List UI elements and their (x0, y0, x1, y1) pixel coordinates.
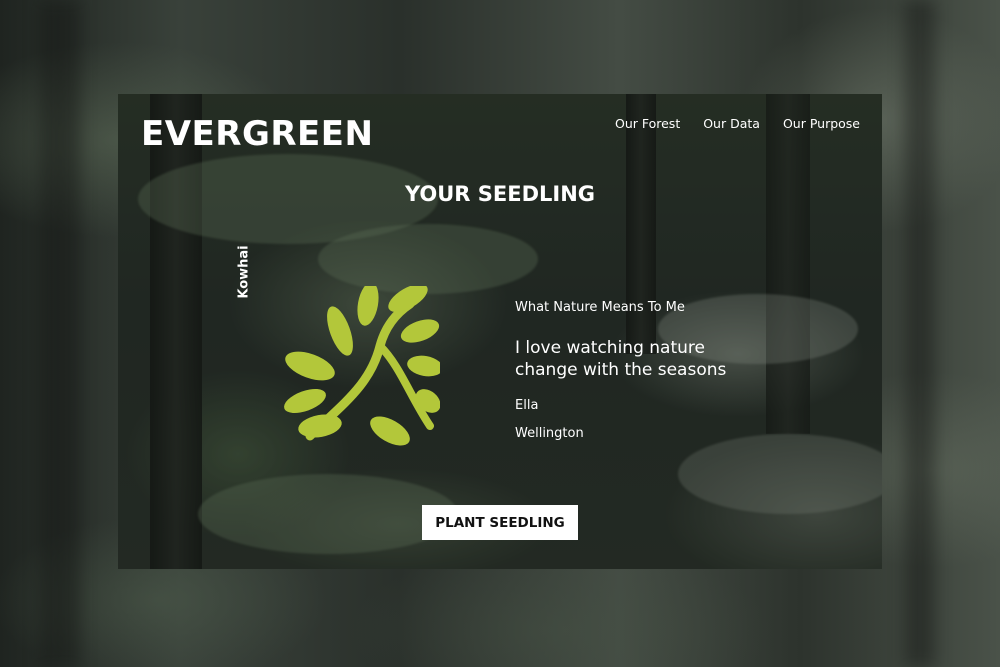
seedling-card: EVERGREEN Our Forest Our Data Our Purpos… (118, 94, 882, 569)
nav-our-data[interactable]: Our Data (703, 116, 760, 131)
background-trunk (40, 0, 80, 667)
brand-logo[interactable]: EVERGREEN (141, 114, 373, 154)
seedling-details: What Nature Means To Me I love watching … (515, 300, 755, 441)
background-trunk (905, 0, 935, 667)
photo-overlay (118, 94, 882, 569)
main-nav: Our Forest Our Data Our Purpose (615, 116, 860, 131)
page-title: YOUR SEEDLING (404, 182, 596, 206)
author-location: Wellington (515, 426, 584, 441)
author-name: Ella (515, 398, 539, 413)
nature-quote: I love watching nature change with the s… (515, 338, 727, 380)
nav-our-forest[interactable]: Our Forest (615, 116, 680, 131)
kowhai-leaf-icon (284, 286, 440, 446)
prompt-label: What Nature Means To Me (515, 300, 685, 315)
species-label: Kowhai (236, 245, 252, 299)
plant-seedling-button[interactable]: PLANT SEEDLING (422, 505, 578, 540)
nav-our-purpose[interactable]: Our Purpose (783, 116, 860, 131)
